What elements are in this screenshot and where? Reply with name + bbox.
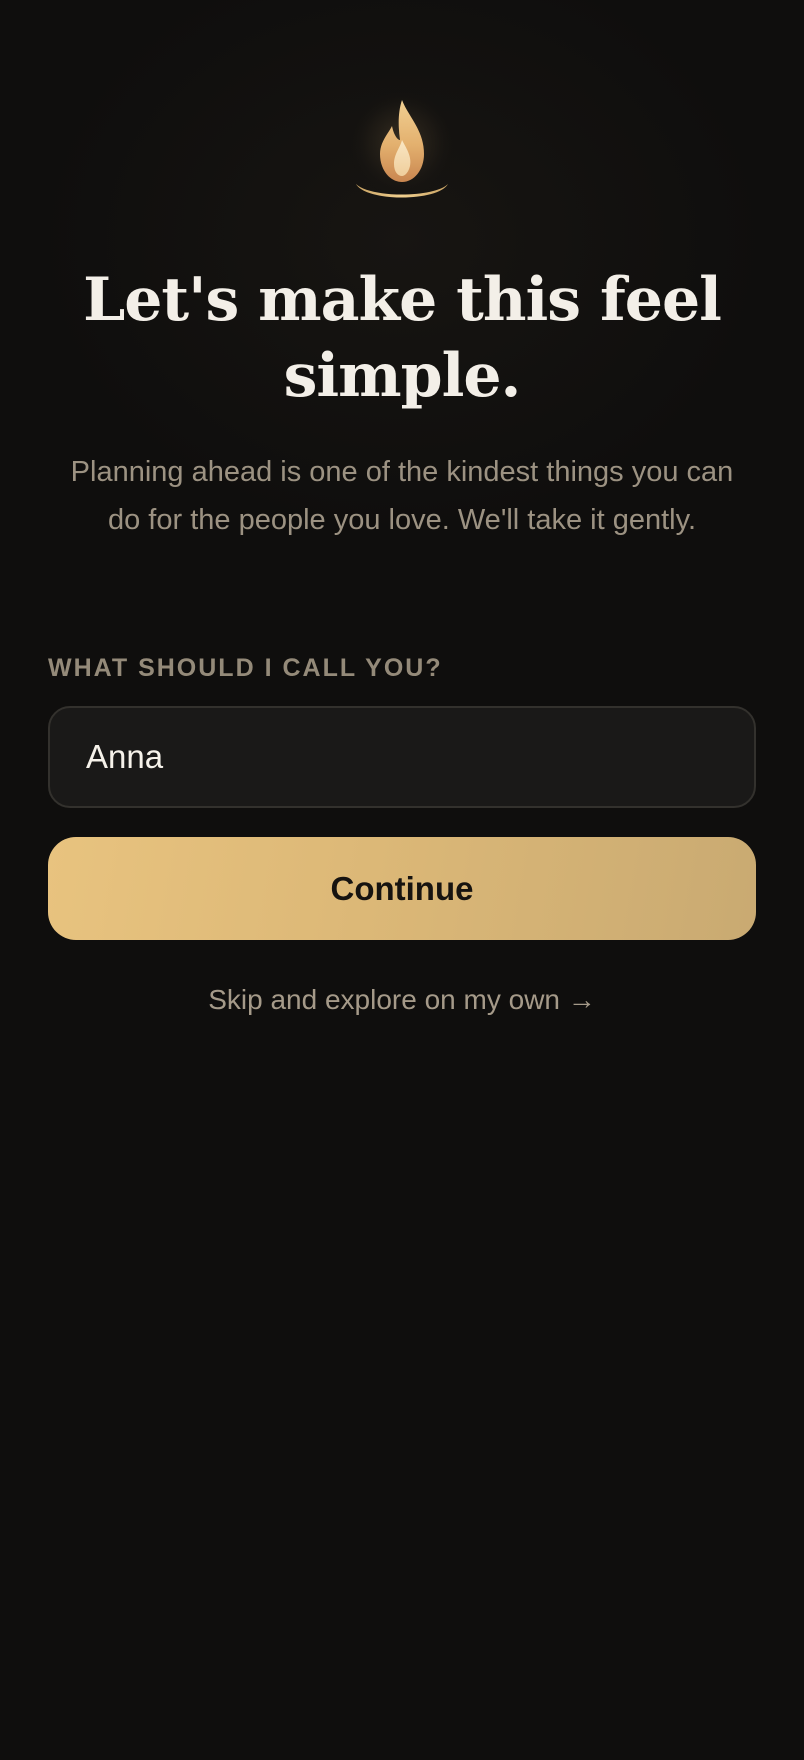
onboarding-screen: Let's make this feel simple. Planning ah… <box>0 0 804 1760</box>
page-title: Let's make this feel simple. <box>83 265 722 411</box>
continue-button[interactable]: Continue <box>48 837 756 940</box>
skip-link[interactable]: Skip and explore on my own → <box>0 980 804 1020</box>
flame-bowl-icon <box>342 86 462 216</box>
name-field-label: WHAT SHOULD I CALL YOU? <box>48 654 443 682</box>
intro-text: Planning ahead is one of the kindest thi… <box>70 456 734 536</box>
name-input[interactable] <box>48 706 756 808</box>
